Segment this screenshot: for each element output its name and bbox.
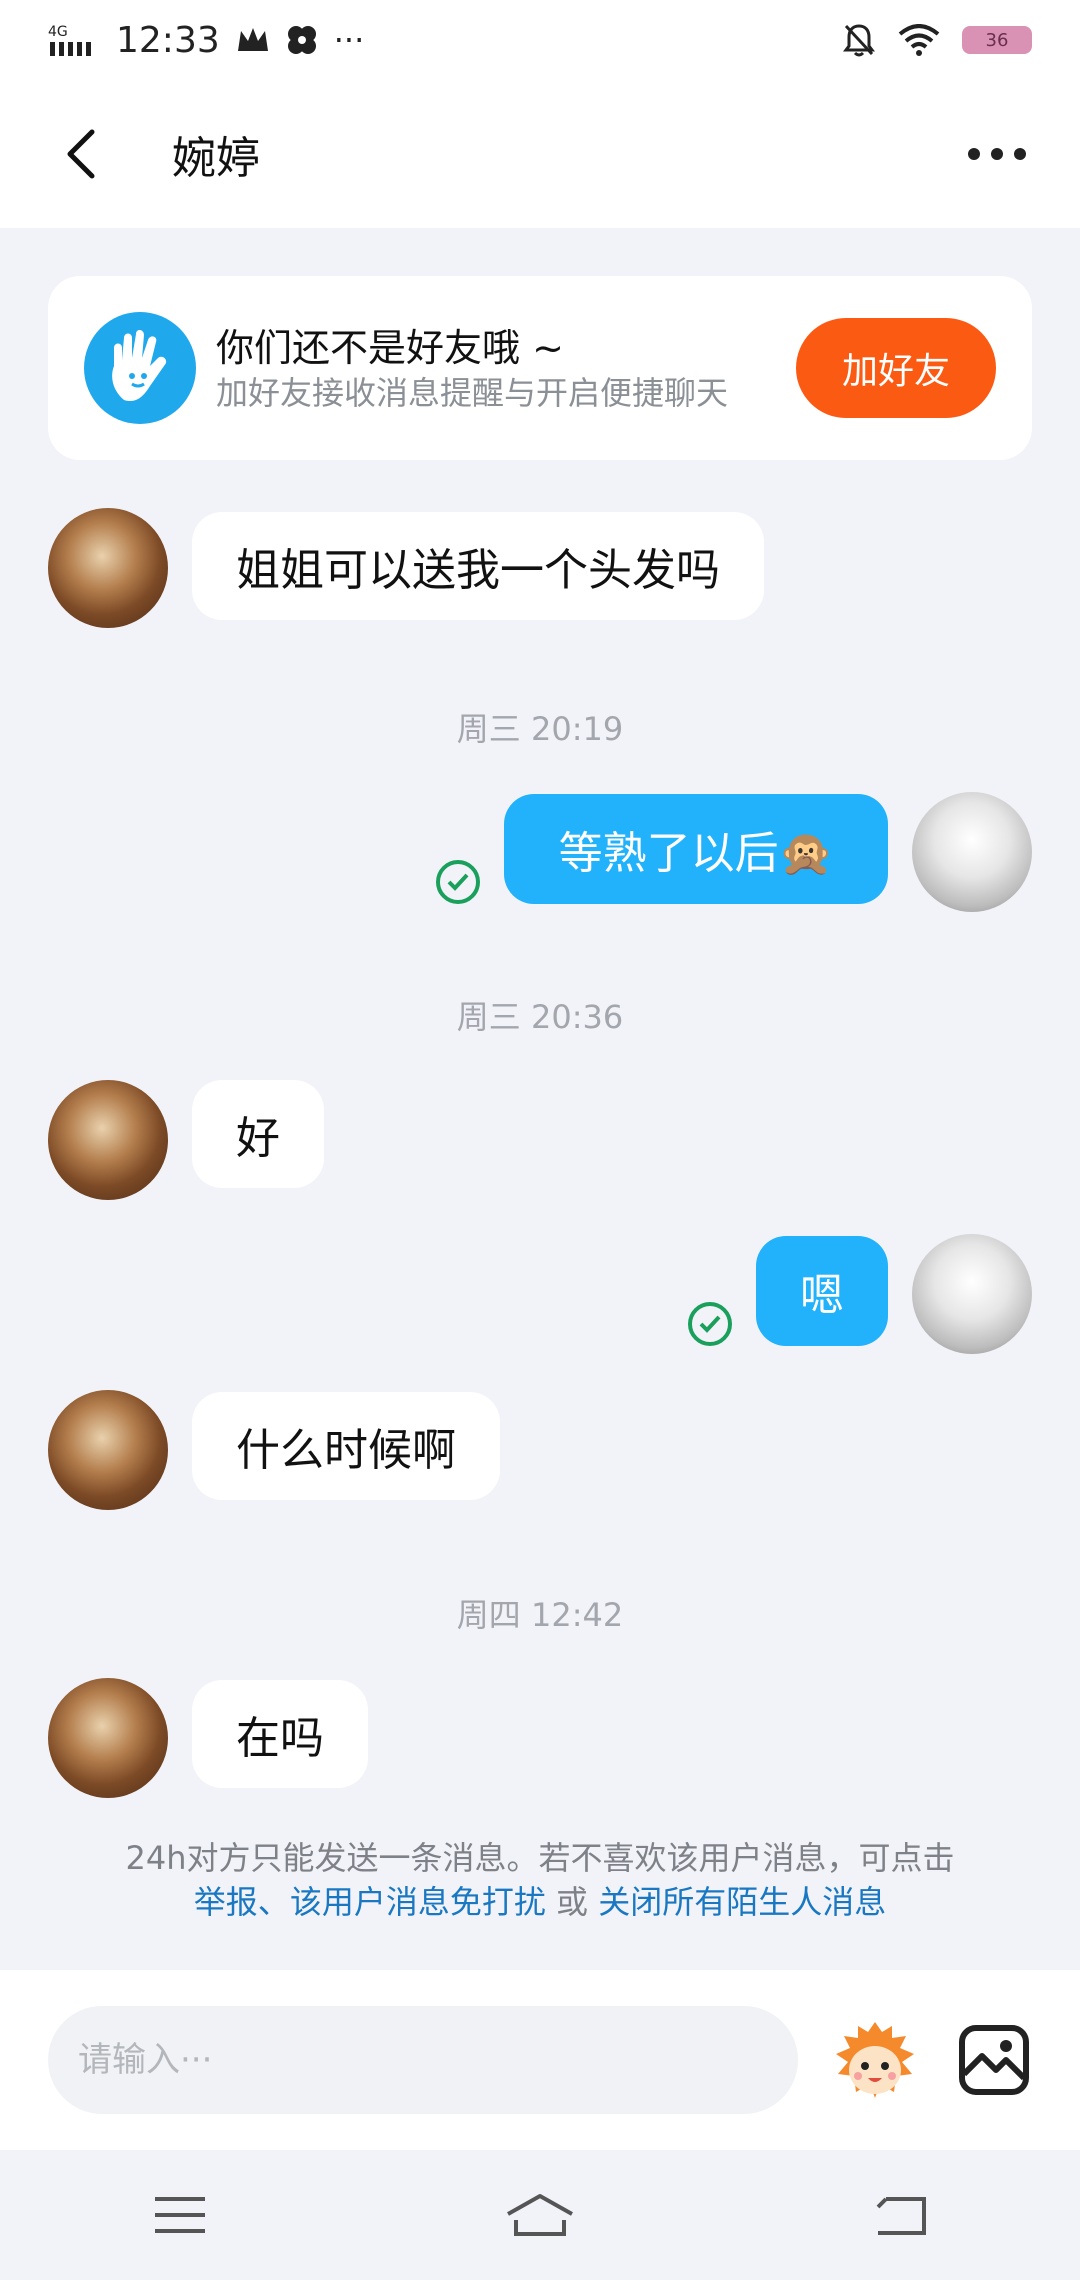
message-input[interactable] <box>48 2006 798 2114</box>
input-bar <box>0 1970 1080 2150</box>
message-timestamp: 周三 20:19 <box>456 710 624 748</box>
more-options-button[interactable] <box>962 134 1032 174</box>
image-button[interactable] <box>956 2022 1032 2098</box>
pinwheel-icon <box>287 26 316 54</box>
home-icon <box>507 2194 573 2236</box>
chat-screen: 4G 12:33 ··· 36 婉婷 你们还不是好友哦 ~ 加好友接收消息提醒与… <box>0 0 1080 2280</box>
message-bubble-incoming[interactable]: 姐姐可以送我一个头发吗 <box>192 512 764 620</box>
message-text: 姐姐可以送我一个头发吗 <box>236 545 720 596</box>
message-text: 嗯 <box>800 1270 844 1321</box>
message-text: 等熟了以后🙊 <box>558 828 834 879</box>
message-bubble-outgoing[interactable]: 嗯 <box>756 1236 888 1346</box>
banner-text: 你们还不是好友哦 ~ 加好友接收消息提醒与开启便捷聊天 <box>216 323 756 413</box>
message-text: 什么时候啊 <box>236 1425 456 1476</box>
message-bubble-incoming[interactable]: 在吗 <box>192 1680 368 1788</box>
menu-icon <box>155 2197 205 2233</box>
wave-hand-icon <box>84 312 196 424</box>
battery-indicator: 36 <box>962 26 1032 54</box>
notice-text: 24h对方只能发送一条消息。若不喜欢该用户消息，可点击 <box>125 1839 955 1877</box>
mute-user-link[interactable]: 该用户消息免打扰 <box>290 1883 546 1921</box>
message-bubble-incoming[interactable]: 好 <box>192 1080 324 1188</box>
chat-header: 婉婷 <box>0 80 1080 228</box>
chevron-left-icon <box>67 129 95 179</box>
status-more: ··· <box>333 21 365 59</box>
close-stranger-messages-link[interactable]: 关闭所有陌生人消息 <box>598 1883 886 1921</box>
contact-avatar[interactable] <box>48 1080 168 1200</box>
banner-title: 你们还不是好友哦 ~ <box>216 326 564 370</box>
wifi-icon <box>898 24 940 56</box>
svg-text:4G: 4G <box>48 24 68 40</box>
message-text: 好 <box>236 1113 280 1164</box>
my-avatar[interactable] <box>912 1234 1032 1354</box>
nav-home-button[interactable] <box>490 2175 590 2255</box>
bell-muted-icon <box>843 24 875 57</box>
back-arrow-icon <box>876 2197 926 2235</box>
more-dots-icon <box>968 148 1026 160</box>
message-bubble-incoming[interactable]: 什么时候啊 <box>192 1392 500 1500</box>
add-friend-banner: 你们还不是好友哦 ~ 加好友接收消息提醒与开启便捷聊天 加好友 <box>48 276 1032 460</box>
contact-avatar[interactable] <box>48 1678 168 1798</box>
notice-or: 或 <box>545 1883 599 1921</box>
report-link[interactable]: 举报 <box>194 1883 258 1921</box>
message-timestamp: 周三 20:36 <box>456 998 624 1036</box>
nav-back-button[interactable] <box>850 2175 950 2255</box>
monkey-emoji-icon <box>836 2022 914 2098</box>
read-check-icon <box>436 860 480 904</box>
contact-name: 婉婷 <box>172 133 260 184</box>
message-bubble-outgoing[interactable]: 等熟了以后🙊 <box>504 794 888 904</box>
back-button[interactable] <box>48 122 112 186</box>
signal-icon: 4G <box>48 24 91 56</box>
battery-level: 36 <box>985 29 1009 51</box>
image-icon <box>959 2025 1029 2095</box>
banner-subtitle: 加好友接收消息提醒与开启便捷聊天 <box>216 374 729 412</box>
add-friend-button[interactable]: 加好友 <box>796 318 996 418</box>
notice-actions: 举报、该用户消息免打扰 或 关闭所有陌生人消息 <box>48 1880 1032 1924</box>
crown-icon <box>237 28 268 51</box>
status-time: 12:33 <box>116 19 220 61</box>
notice-separator: 、 <box>257 1883 290 1921</box>
my-avatar[interactable] <box>912 792 1032 912</box>
status-right: 36 <box>842 22 1032 58</box>
stranger-message-notice: 24h对方只能发送一条消息。若不喜欢该用户消息，可点击 举报、该用户消息免打扰 … <box>48 1836 1032 1924</box>
read-check-icon <box>688 1302 732 1346</box>
nav-menu-button[interactable] <box>130 2175 230 2255</box>
message-text: 在吗 <box>236 1713 324 1764</box>
emoji-button[interactable] <box>830 2018 920 2108</box>
contact-avatar[interactable] <box>48 1390 168 1510</box>
message-timestamp: 周四 12:42 <box>456 1596 624 1634</box>
status-left: 4G 12:33 ··· <box>48 20 364 61</box>
contact-avatar[interactable] <box>48 508 168 628</box>
status-bar: 4G 12:33 ··· 36 <box>0 0 1080 80</box>
system-nav-bar <box>0 2150 1080 2280</box>
